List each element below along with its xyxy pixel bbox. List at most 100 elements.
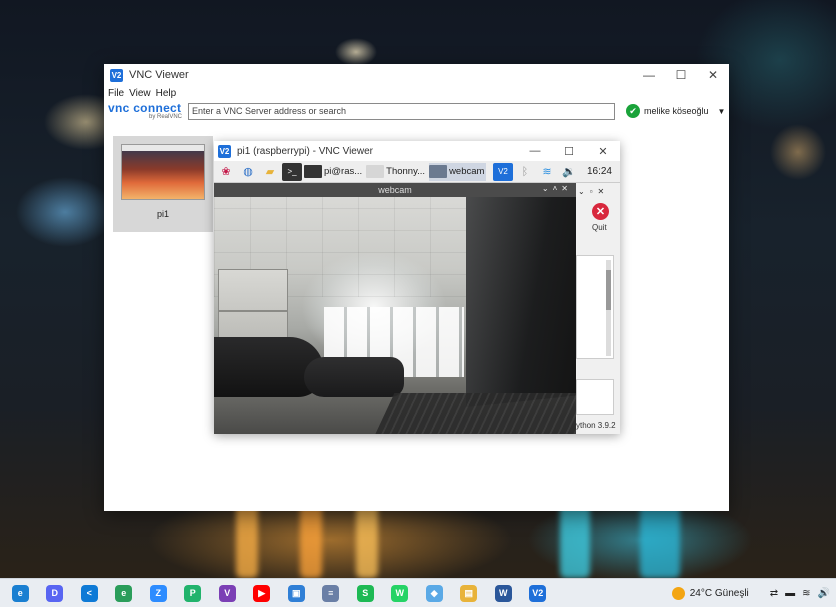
terminal-icon[interactable]: >_ (282, 162, 302, 181)
server-address-search-input[interactable] (188, 102, 615, 120)
taskbar-webcam-window[interactable]: webcam (429, 162, 487, 181)
close-button[interactable]: ✕ (697, 64, 729, 86)
browser-globe-icon[interactable]: ◍ (238, 163, 258, 181)
pinned-apps: e D < e Z P V ▶ ▣ ≡ S W ◆ ▤ W V2 (3, 579, 555, 607)
taskbar-app-button[interactable]: ▣ (279, 579, 314, 607)
thonny-icon (366, 165, 385, 178)
spotify-icon: S (356, 584, 374, 602)
thonny-editor[interactable] (576, 255, 614, 359)
menu-bar: File View Help (104, 86, 729, 100)
webcam-title: webcam (378, 185, 412, 195)
server-thumbnail (121, 144, 205, 200)
pi-session-window: V2 pi1 (raspberrypi) - VNC Viewer — ☐ ✕ … (214, 141, 620, 434)
menu-help[interactable]: Help (156, 88, 182, 99)
taskbar-app-button[interactable]: e (3, 579, 38, 607)
menu-view[interactable]: View (129, 88, 156, 99)
python-version: ython 3.9.2 (576, 421, 616, 430)
taskbar-app-button[interactable]: W (383, 579, 418, 607)
chevron-down-icon[interactable]: ▼ (718, 107, 726, 116)
session-minimize-button[interactable]: — (518, 141, 552, 161)
session-maximize-button[interactable]: ☐ (552, 141, 586, 161)
taskbar-app-button[interactable]: < (72, 579, 107, 607)
pi-system-tray: V2 ᛒ ≋ 🔉 16:24 (492, 162, 620, 181)
vnc-app-icon: V2 (110, 68, 123, 82)
vscode-icon: < (80, 584, 98, 602)
taskbar-app-button[interactable]: V2 (521, 579, 556, 607)
editor-scrollbar[interactable] (606, 260, 611, 356)
thonny-window-controls[interactable]: ⌄▫✕ (578, 187, 609, 196)
taskbar-app-button[interactable]: V (210, 579, 245, 607)
taskbar-app-button[interactable]: S (348, 579, 383, 607)
taskbar-app-button[interactable]: ▶ (245, 579, 280, 607)
webcam-video-feed (214, 197, 576, 434)
webcam-window-controls[interactable]: ⌄˄✕ (542, 184, 572, 193)
taskbar-app-button[interactable]: Z (141, 579, 176, 607)
taskbar-app-button[interactable]: P (176, 579, 211, 607)
file-manager-icon[interactable]: ▰ (260, 163, 280, 181)
taskbar-app-button[interactable]: D (38, 579, 73, 607)
server-name: pi1 (156, 209, 169, 219)
signed-in-check-icon: ✔ (626, 104, 640, 118)
raspberry-menu-icon[interactable]: ❀ (216, 163, 236, 181)
vnc-app-icon: V2 (218, 144, 231, 158)
wallpaper-light-streak (300, 500, 322, 578)
brand-sub: by RealVNC (148, 114, 182, 120)
photos-icon: ▣ (287, 584, 305, 602)
feed-hand (304, 357, 404, 397)
user-name: melike köseoğlu (644, 106, 709, 116)
taskbar-app-button[interactable]: W (486, 579, 521, 607)
wallpaper-light-streak (560, 500, 590, 578)
weather-widget[interactable]: 24°C Güneşli (690, 588, 749, 599)
visual-studio-icon: V (218, 584, 236, 602)
battery-icon[interactable]: ▬ (785, 588, 795, 599)
discord-icon: D (46, 584, 64, 602)
vnc-viewer-titlebar[interactable]: V2 VNC Viewer — ☐ ✕ (104, 64, 729, 86)
webcam-window-icon (429, 165, 448, 178)
taskbar-button-label: pi@ras... (324, 166, 363, 177)
account-menu[interactable]: ✔ melike köseoğlu ▼ (626, 104, 725, 118)
vnc-server-tray-icon[interactable]: V2 (492, 162, 513, 181)
pycharm-icon: P (184, 584, 202, 602)
taskbar-app-button[interactable]: ≡ (314, 579, 349, 607)
volume-icon[interactable]: 🔊 (818, 588, 830, 599)
thonny-window-fragment: ⌄▫✕ ✕ Quit ython 3.9.2 (576, 183, 620, 434)
notepad-icon: ≡ (322, 584, 340, 602)
sun-weather-icon[interactable] (671, 586, 685, 600)
word-icon: W (494, 584, 512, 602)
vnc-viewer-icon: V2 (529, 584, 547, 602)
taskbar-tray: 24°C Güneşli ⇄ ▬ ≋ 🔊 (671, 586, 836, 600)
taskbar-button-label: Thonny... (386, 166, 426, 177)
maximize-button[interactable]: ☐ (665, 64, 697, 86)
server-card-pi1[interactable]: pi1 (113, 136, 213, 232)
zoom-icon: Z (149, 584, 167, 602)
thonny-shell[interactable] (576, 379, 614, 415)
window-title: VNC Viewer (129, 69, 189, 81)
taskbar-thonny-window[interactable]: Thonny... (366, 163, 427, 181)
session-close-button[interactable]: ✕ (586, 141, 620, 161)
volume-icon[interactable]: 🔉 (559, 163, 579, 181)
edge-dev-icon: e (115, 584, 133, 602)
webcam-window: webcam ⌄˄✕ (214, 183, 576, 434)
session-title: pi1 (raspberrypi) - VNC Viewer (237, 145, 373, 157)
webcam-titlebar[interactable]: webcam ⌄˄✕ (214, 183, 576, 197)
youtube-icon: ▶ (253, 584, 271, 602)
menu-file[interactable]: File (108, 88, 129, 99)
minimize-button[interactable]: — (633, 64, 665, 86)
whatsapp-icon: W (391, 584, 409, 602)
taskbar-app-button[interactable]: e (107, 579, 142, 607)
brand-main: vnc connect (108, 101, 182, 115)
wallpaper-light-streak (356, 500, 378, 578)
bluetooth-icon[interactable]: ᛒ (515, 163, 535, 181)
taskbar-terminal-window[interactable]: pi@ras... (304, 163, 364, 181)
quit-icon[interactable]: ✕ (592, 203, 609, 220)
wallpaper-light-streak (236, 500, 258, 578)
quit-label: Quit (592, 223, 607, 232)
taskbar-app-button[interactable]: ▤ (452, 579, 487, 607)
wifi-icon[interactable]: ≋ (802, 588, 810, 599)
taskbar-app-button[interactable]: ◆ (417, 579, 452, 607)
wifi-icon[interactable]: ≋ (537, 163, 557, 181)
windows-taskbar: e D < e Z P V ▶ ▣ ≡ S W ◆ ▤ W V2 24°C Güneşli ⇄ ▬ ≋ 🔊 (0, 578, 836, 607)
pi-session-titlebar[interactable]: V2 pi1 (raspberrypi) - VNC Viewer — ☐ ✕ (214, 141, 620, 161)
network-switch-icon[interactable]: ⇄ (770, 588, 778, 599)
feed-monitor (466, 197, 576, 407)
